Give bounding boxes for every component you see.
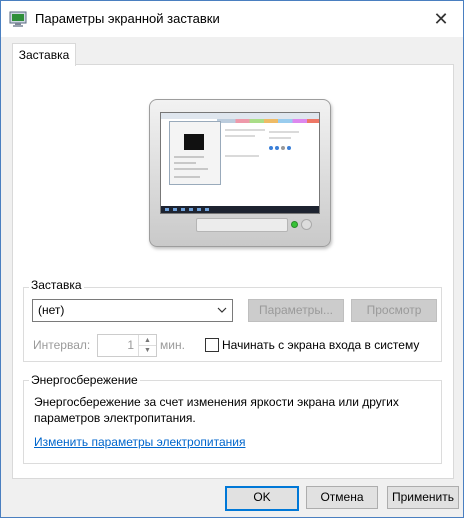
interval-stepper[interactable]: 1 ▲ ▼ — [97, 334, 157, 357]
power-settings-link[interactable]: Изменить параметры электропитания — [34, 435, 245, 449]
screensaver-group-label: Заставка — [29, 278, 84, 292]
interval-value: 1 — [127, 338, 134, 352]
window-title: Параметры экранной заставки — [35, 11, 220, 26]
resume-login-checkbox[interactable] — [205, 338, 219, 352]
title-bar: Параметры экранной заставки ✕ — [1, 1, 463, 37]
stepper-down-icon[interactable]: ▼ — [139, 345, 156, 355]
close-icon: ✕ — [433, 8, 449, 29]
screensaver-select-value: (нет) — [38, 303, 65, 317]
monitor-stand — [196, 218, 288, 232]
power-group-label: Энергосбережение — [29, 373, 140, 387]
apply-button[interactable]: Применить — [387, 486, 459, 509]
ok-button[interactable]: OK — [225, 486, 299, 511]
tab-screensaver[interactable]: Заставка — [12, 43, 76, 66]
settings-button[interactable]: Параметры... — [248, 299, 344, 322]
chevron-down-icon — [217, 307, 227, 313]
monitor-settings-icon — [9, 11, 27, 27]
preview-screen — [160, 112, 320, 214]
tab-panel: Заставка (нет) Параметры... Просмотр Инт… — [12, 64, 454, 479]
screensaver-select[interactable]: (нет) — [32, 299, 233, 322]
screensaver-preview-monitor — [149, 99, 331, 247]
resume-login-label[interactable]: Начинать с экрана входа в систему — [222, 338, 419, 352]
power-description: Энергосбережение за счет изменения яркос… — [34, 395, 399, 425]
cancel-button[interactable]: Отмена — [306, 486, 378, 509]
close-button[interactable]: ✕ — [419, 1, 463, 37]
power-button-graphic — [301, 219, 312, 230]
interval-unit: мин. — [160, 338, 185, 352]
preview-button[interactable]: Просмотр — [351, 299, 437, 322]
screensaver-settings-dialog: Параметры экранной заставки ✕ Заставка З… — [0, 0, 464, 518]
power-led — [291, 221, 298, 228]
interval-label: Интервал: — [33, 338, 91, 352]
